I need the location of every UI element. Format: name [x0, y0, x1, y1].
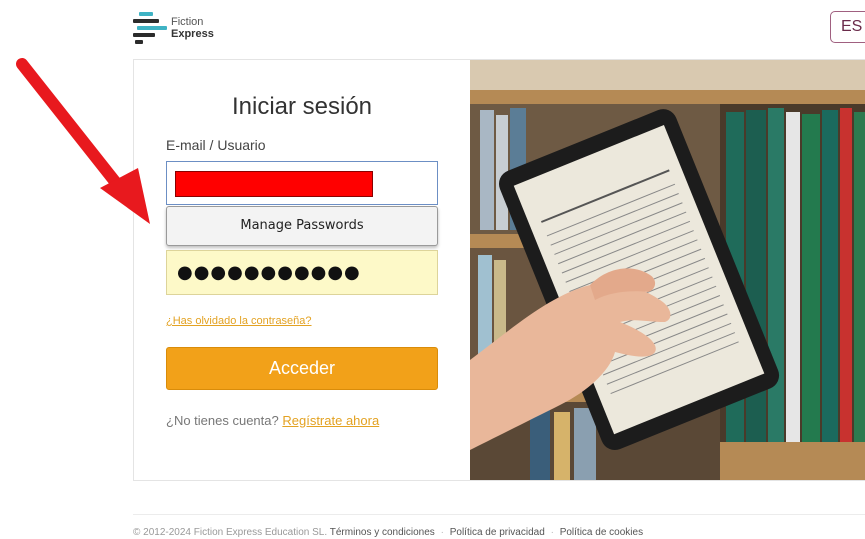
- login-button[interactable]: Acceder: [166, 347, 438, 390]
- no-account-text: ¿No tienes cuenta?: [166, 413, 279, 428]
- terms-link[interactable]: Términos y condiciones: [330, 527, 435, 538]
- login-form: Iniciar sesión E-mail / Usuario Manage P…: [134, 60, 470, 480]
- bookshelf-tablet-image: [470, 60, 865, 480]
- footer-divider: [133, 514, 865, 515]
- footer: © 2012-2024 Fiction Express Education SL…: [133, 527, 644, 538]
- manage-passwords-option[interactable]: Manage Passwords: [166, 206, 438, 246]
- forgot-password-link[interactable]: ¿Has olvidado la contraseña?: [166, 315, 312, 327]
- language-selector[interactable]: ES: [830, 11, 865, 43]
- library-tablet-illustration: [470, 60, 865, 480]
- copyright-text: © 2012-2024 Fiction Express Education SL…: [133, 527, 328, 538]
- password-field[interactable]: ●●●●●●●●●●●: [166, 250, 438, 295]
- login-card: Iniciar sesión E-mail / Usuario Manage P…: [133, 59, 865, 481]
- cookies-link[interactable]: Política de cookies: [560, 527, 643, 538]
- email-field[interactable]: [166, 161, 438, 205]
- signup-link[interactable]: Regístrate ahora: [282, 413, 379, 428]
- red-arrow-annotation-icon: [16, 58, 150, 224]
- email-label: E-mail / Usuario: [166, 137, 266, 153]
- page-title: Iniciar sesión: [231, 93, 373, 120]
- signup-prompt: ¿No tienes cuenta? Regístrate ahora: [166, 413, 379, 428]
- redacted-email-value: [175, 171, 373, 197]
- login-page: Fiction Express ES Iniciar sesión E-mail…: [0, 0, 865, 539]
- privacy-link[interactable]: Política de privacidad: [450, 527, 545, 538]
